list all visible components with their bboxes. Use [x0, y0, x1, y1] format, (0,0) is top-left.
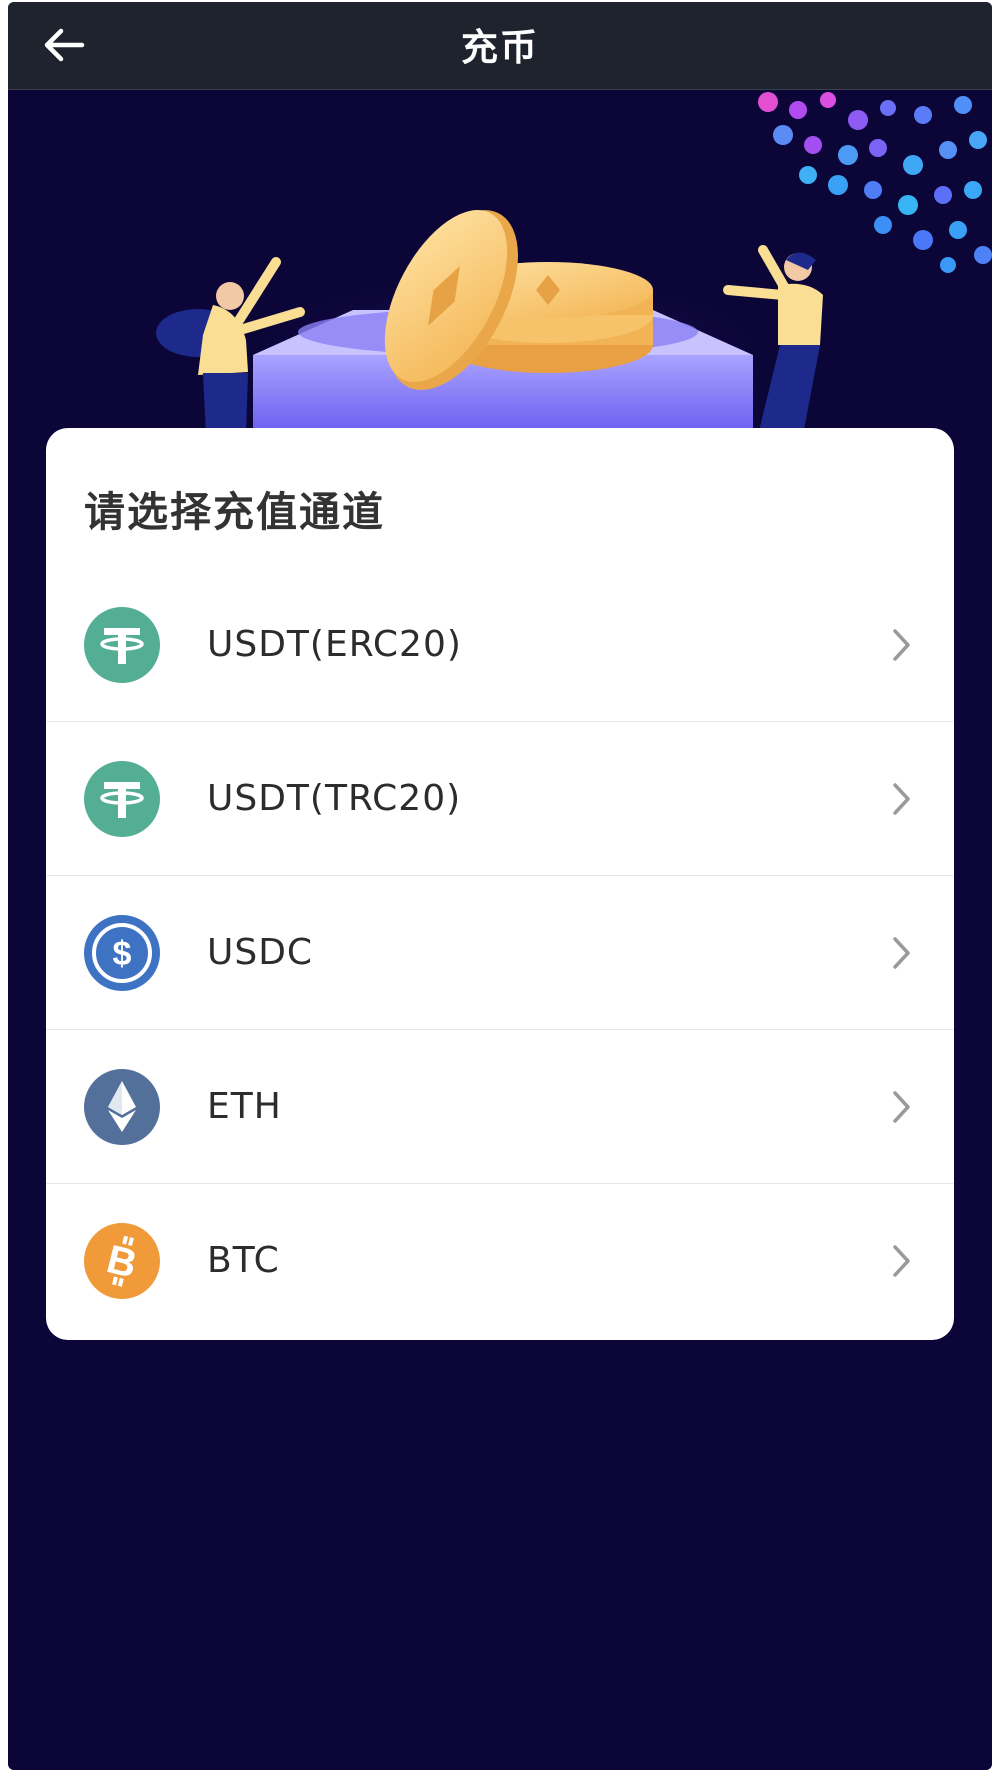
- app-window: 充币 请选择充值通道 USDT(ERC20) USDT(TRC20) $ USD…: [8, 2, 992, 1770]
- chevron-right-icon: [886, 1241, 916, 1281]
- channel-card: 请选择充值通道 USDT(ERC20) USDT(TRC20) $ USDC E…: [46, 428, 954, 1340]
- hero-illustration: [8, 90, 992, 435]
- channel-label: USDT(ERC20): [207, 624, 462, 665]
- usdc-icon: $: [84, 914, 160, 991]
- chevron-right-icon: [886, 625, 916, 665]
- channel-label: USDT(TRC20): [207, 778, 462, 819]
- channel-item-usdt-trc20[interactable]: USDT(TRC20): [46, 721, 954, 875]
- card-title: 请选择充值通道: [84, 488, 385, 536]
- channel-list: USDT(ERC20) USDT(TRC20) $ USDC ETH B BTC: [46, 568, 954, 1337]
- chevron-right-icon: [886, 933, 916, 973]
- arrow-left-icon: [44, 28, 85, 62]
- channel-item-usdt-erc20[interactable]: USDT(ERC20): [46, 568, 954, 721]
- channel-label: USDC: [207, 932, 314, 973]
- chevron-right-icon: [886, 1087, 916, 1127]
- bitcoin-icon: B: [84, 1222, 160, 1299]
- svg-text:$: $: [113, 935, 132, 973]
- chevron-right-icon: [886, 779, 916, 819]
- sparkle-dots: [758, 92, 992, 273]
- tether-icon: [84, 760, 160, 837]
- channel-item-btc[interactable]: B BTC: [46, 1183, 954, 1337]
- channel-label: ETH: [207, 1086, 282, 1127]
- tether-icon: [84, 606, 160, 683]
- channel-item-eth[interactable]: ETH: [46, 1029, 954, 1183]
- back-button[interactable]: [36, 20, 92, 70]
- page-title: 充币: [461, 26, 539, 69]
- top-bar: 充币: [8, 2, 992, 90]
- channel-item-usdc[interactable]: $ USDC: [46, 875, 954, 1029]
- ethereum-icon: [84, 1068, 160, 1145]
- channel-label: BTC: [207, 1240, 280, 1281]
